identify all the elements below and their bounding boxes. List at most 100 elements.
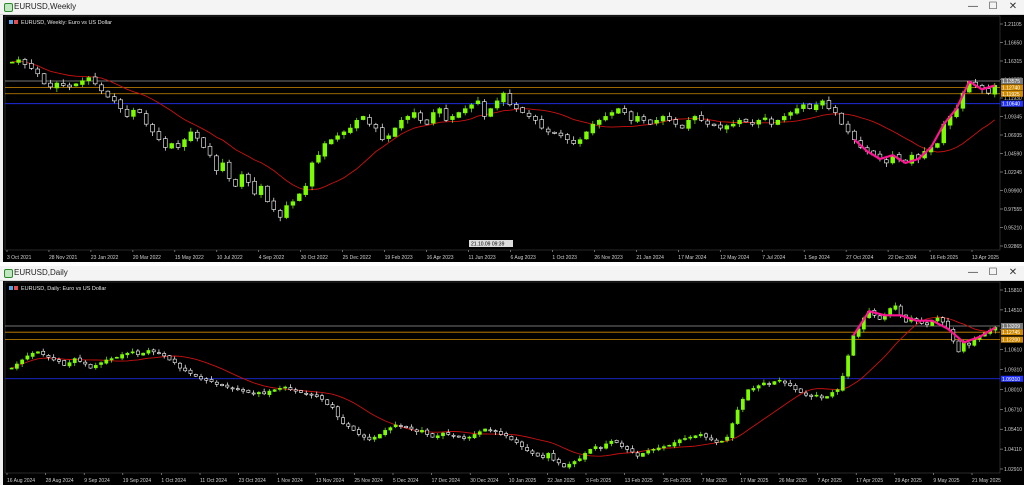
candle — [137, 109, 143, 113]
candle — [809, 394, 814, 397]
maximize-button[interactable]: ☐ — [984, 267, 1002, 279]
date-tick-label: 17 Dec 2024 — [432, 478, 461, 484]
candle — [143, 113, 149, 125]
candle — [230, 387, 235, 390]
candle — [488, 429, 493, 432]
maximize-button[interactable]: ☐ — [984, 1, 1002, 13]
candle — [472, 434, 477, 438]
candle — [157, 352, 161, 354]
candle — [271, 200, 277, 210]
price-tag-label: 1.12740 — [1002, 85, 1020, 91]
date-tick-label: 28 Nov 2021 — [49, 255, 78, 261]
date-tick-label: 10 Jul 2022 — [217, 255, 243, 261]
candle — [504, 433, 509, 437]
candle — [99, 84, 104, 92]
candle — [846, 355, 850, 377]
candle — [756, 119, 761, 125]
price-tick-label: 1.09310 — [1004, 368, 1022, 374]
candle — [572, 461, 577, 465]
close-button[interactable]: ✕ — [1004, 267, 1022, 279]
candle — [788, 112, 793, 116]
candle — [380, 127, 385, 140]
weekly-title-bar[interactable]: EURUSD,Weekly — ☐ ✕ — [0, 0, 1024, 15]
date-tick-label: 10 Jan 2025 — [509, 478, 537, 484]
candle — [225, 384, 230, 388]
candle — [278, 388, 282, 390]
date-tick-label: 3 Oct 2021 — [7, 255, 32, 261]
candle — [625, 446, 630, 450]
date-tick-label: 1 Oct 2024 — [161, 478, 186, 484]
date-tick-label: 7 Apr 2025 — [818, 478, 842, 484]
candle — [335, 135, 340, 140]
candle — [456, 435, 461, 438]
candle — [392, 127, 398, 137]
candle — [648, 119, 653, 125]
candle — [609, 112, 615, 116]
candle — [583, 453, 587, 460]
price-tick-label: 1.05410 — [1004, 427, 1022, 433]
minimize-button[interactable]: — — [964, 267, 982, 279]
candle — [925, 322, 929, 326]
candle — [986, 88, 991, 94]
candle — [9, 61, 15, 64]
candle — [15, 363, 19, 369]
candle — [825, 396, 829, 399]
date-tick-label: 21 Jan 2024 — [636, 255, 664, 261]
minimize-button[interactable]: — — [964, 1, 982, 13]
candle — [35, 68, 40, 75]
daily-price-chart[interactable]: 1.158101.145101.131201.106101.093101.080… — [3, 281, 1024, 485]
plot-frame — [4, 281, 1001, 474]
candle — [377, 434, 382, 439]
candle — [667, 116, 672, 121]
candle — [420, 430, 424, 433]
candle — [622, 108, 627, 113]
close-button[interactable]: ✕ — [1004, 1, 1022, 13]
daily-title-bar[interactable]: EURUSD,Daily — ☐ ✕ — [0, 266, 1024, 281]
candle — [354, 119, 359, 129]
candle — [801, 104, 806, 109]
weekly-price-chart[interactable]: 1.211051.166501.163151.135751.119301.093… — [3, 15, 1024, 262]
candle — [335, 406, 340, 418]
candle — [195, 131, 200, 139]
candle — [533, 116, 538, 121]
candle — [22, 59, 28, 65]
symbol-flag-icon — [14, 286, 18, 290]
date-tick-label: 9 Sep 2024 — [84, 478, 110, 484]
candle — [46, 355, 51, 358]
candle — [320, 395, 324, 400]
candle — [814, 394, 819, 397]
date-tick-label: 17 Mar 2024 — [678, 255, 706, 261]
candle — [105, 90, 111, 98]
date-tick-label: 1 Nov 2024 — [277, 478, 303, 484]
candle — [514, 439, 519, 443]
candle — [558, 132, 564, 137]
candle — [888, 308, 893, 316]
candle — [552, 131, 557, 134]
candle — [351, 425, 356, 431]
candle — [593, 446, 598, 450]
candle — [833, 107, 838, 113]
date-tick-label: 27 Oct 2024 — [846, 255, 873, 261]
chart-window-icon — [4, 269, 13, 278]
candle — [788, 382, 793, 386]
candle — [199, 376, 203, 380]
candle — [9, 367, 14, 370]
candle — [775, 119, 781, 125]
candle — [961, 342, 966, 352]
candle — [565, 134, 570, 140]
candle — [450, 116, 455, 120]
candle — [877, 315, 882, 320]
candle — [284, 205, 289, 218]
symbol-flag-icon — [9, 20, 13, 24]
candle — [526, 112, 532, 117]
candle — [411, 112, 417, 118]
chart-canvas: 1.211051.166501.163151.135751.119301.093… — [4, 15, 1023, 261]
candle — [388, 427, 393, 431]
candle — [730, 123, 736, 127]
crosshair-date-text: 21.10.09 09:39 — [471, 242, 505, 248]
candle — [360, 116, 366, 120]
candle — [124, 109, 130, 117]
candle — [509, 436, 514, 441]
price-tick-label: 1.21105 — [1004, 22, 1022, 28]
candle — [67, 362, 72, 367]
